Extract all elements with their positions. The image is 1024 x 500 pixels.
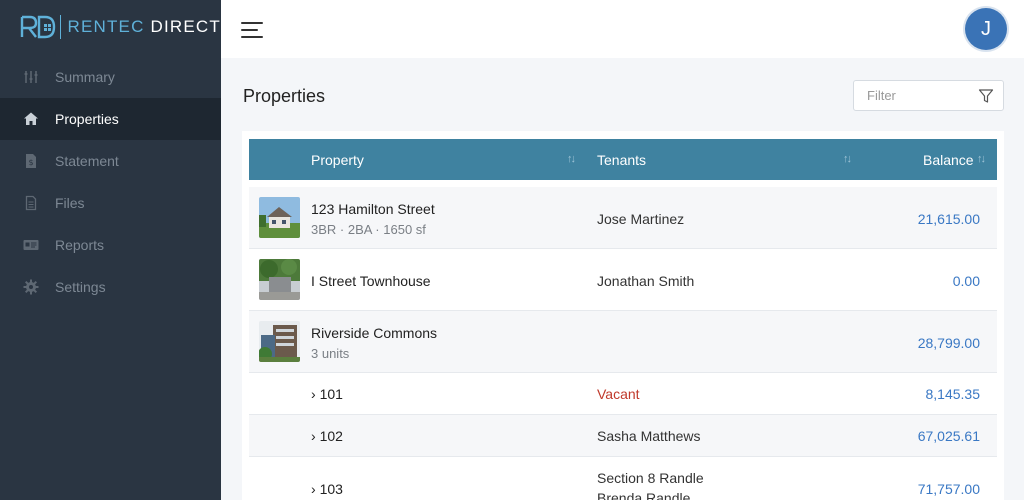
unit-number: 103 [319,481,343,497]
sidebar-item-summary[interactable]: Summary [0,56,221,98]
brand-name: RENTEC DIRECT [67,17,221,37]
sidebar-item-files[interactable]: Files [0,182,221,224]
sidebar-item-label: Files [55,195,85,211]
sidebar-item-label: Statement [55,153,119,169]
column-header-tenants[interactable]: Tenants [597,152,646,168]
sidebar-item-label: Settings [55,279,106,295]
property-photo [259,259,300,300]
sidebar-nav: Summary Properties $ Statement Files Rep… [0,56,221,308]
unit-number: 101 [319,386,343,402]
gear-icon [22,278,40,296]
column-header-balance[interactable]: Balance [923,152,974,168]
sidebar-item-statement[interactable]: $ Statement [0,140,221,182]
table-row[interactable]: Riverside Commons 3 units 28,799.00 [249,311,997,373]
menu-toggle-button[interactable] [241,20,263,38]
table-row[interactable]: I Street Townhouse Jonathan Smith 0.00 [249,249,997,311]
hamburger-line [241,36,263,38]
chevron-right-icon: › [311,481,320,497]
sidebar-item-settings[interactable]: Settings [0,266,221,308]
sidebar-item-label: Properties [55,111,119,127]
tenant-name[interactable]: Jonathan Smith [597,273,694,289]
balance-value[interactable]: 28,799.00 [918,335,980,351]
sidebar-item-reports[interactable]: Reports [0,224,221,266]
user-avatar[interactable]: J [965,8,1007,50]
property-details: 3BR · 2BA · 1650 sf [311,222,426,237]
page-title: Properties [243,86,326,106]
chevron-right-icon: › [311,428,320,444]
table-row[interactable]: 123 Hamilton Street 3BR · 2BA · 1650 sf … [249,187,997,249]
report-card-icon [22,236,40,254]
tenant-name[interactable]: Jose Martinez [597,211,684,227]
dollar-document-icon: $ [22,152,40,170]
properties-table: Property ↑↓ Tenants ↑↓ Balance ↑↓ 123 Ha… [242,131,1004,500]
property-details: 3 units [311,346,350,361]
tenant-status-vacant: Vacant [597,386,640,402]
brand-logo[interactable]: RENTEC DIRECT [0,0,221,54]
unit-label[interactable]: › 102 [311,428,343,444]
filter-field[interactable] [853,80,1004,111]
balance-value[interactable]: 0.00 [953,273,980,289]
property-name[interactable]: I Street Townhouse [311,273,431,289]
balance-value[interactable]: 21,615.00 [918,211,980,227]
sort-icon[interactable]: ↑↓ [567,153,576,165]
unit-label[interactable]: › 103 [311,481,343,497]
rd-logo-icon [20,15,56,39]
sidebar: RENTEC DIRECT Summary Properties $ State… [0,0,221,500]
chevron-right-icon: › [311,386,320,402]
balance-value[interactable]: 67,025.61 [918,428,980,444]
sort-icon[interactable]: ↑↓ [977,153,986,165]
sidebar-item-properties[interactable]: Properties [0,98,221,140]
topbar: J [221,0,1024,58]
tenant-name[interactable]: Brenda Randle [597,490,690,500]
balance-value[interactable]: 8,145.35 [926,386,981,402]
unit-row[interactable]: › 101 Vacant 8,145.35 [249,373,997,415]
logo-divider [60,15,62,39]
property-name[interactable]: 123 Hamilton Street [311,201,435,217]
filter-input[interactable] [867,88,967,103]
sort-icon[interactable]: ↑↓ [843,153,852,165]
unit-number: 102 [319,428,343,444]
tenant-name[interactable]: Section 8 Randle [597,470,704,486]
sidebar-item-label: Reports [55,237,105,253]
unit-row[interactable]: › 103 Section 8 Randle Brenda Randle 71,… [249,457,997,500]
brand-name-part1: RENTEC [67,17,145,36]
property-name[interactable]: Riverside Commons [311,325,437,341]
table-header: Property ↑↓ Tenants ↑↓ Balance ↑↓ [249,139,997,180]
file-icon [22,194,40,212]
unit-row[interactable]: › 102 Sasha Matthews 67,025.61 [249,415,997,457]
balance-value[interactable]: 71,757.00 [918,481,980,497]
unit-label[interactable]: › 101 [311,386,343,402]
svg-text:$: $ [28,158,33,167]
tenant-name[interactable]: Sasha Matthews [597,428,701,444]
filter-icon[interactable] [978,88,994,104]
sliders-icon [22,68,40,86]
property-photo [259,197,300,238]
hamburger-line [241,29,258,31]
sidebar-item-label: Summary [55,69,115,85]
brand-name-part2: DIRECT [150,17,221,36]
hamburger-line [241,22,263,24]
column-header-property[interactable]: Property [311,152,364,168]
home-icon [22,110,40,128]
property-photo [259,321,300,362]
